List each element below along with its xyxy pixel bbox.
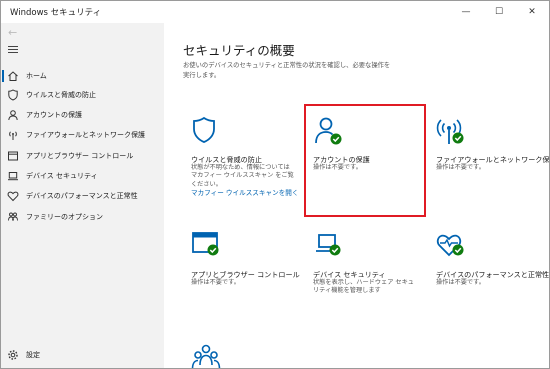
antenna-icon xyxy=(9,131,17,140)
card-description: 状態を表示し、ハードウェア セキュリティ機能を管理します xyxy=(313,279,414,295)
hamburger-menu-icon[interactable] xyxy=(8,46,18,55)
laptop-icon xyxy=(8,172,18,181)
card-device-security[interactable]: デバイス セキュリティ 状態を表示し、ハードウェア セキュリティ機能を管理します xyxy=(313,230,430,296)
sidebar-item-label: ファミリーのオプション xyxy=(26,213,103,221)
maximize-button[interactable]: ☐ xyxy=(482,1,516,23)
card-description: 状態が不明なため、情報については マカフィー ウイルススキャン をご覧ください。 xyxy=(191,164,294,188)
page-title: セキュリティの概要 xyxy=(183,43,295,58)
sidebar-item-label: ホーム xyxy=(26,72,47,80)
person-icon xyxy=(8,110,18,121)
card-title: アプリとブラウザー コントロール xyxy=(191,270,300,279)
card-app-browser-control[interactable]: アプリとブラウザー コントロール 操作は不要です。 xyxy=(191,230,308,287)
heart-check-icon xyxy=(436,234,464,257)
sidebar: ← ホーム ウイルスと脅威の防止 アカウントの保護 ファイアウォールとネットワー… xyxy=(1,23,164,368)
page-description: お使いのデバイスのセキュリティと正常性の状況を確認し、必要な操作を実行します。 xyxy=(183,62,391,79)
open-mcafee-link[interactable]: マカフィー ウイルススキャンを開く xyxy=(191,189,308,198)
heart-icon xyxy=(7,191,19,202)
card-description: 操作は不要です。 xyxy=(436,164,485,171)
sidebar-item-virus-protection[interactable]: ウイルスと脅威の防止 xyxy=(1,86,164,104)
card-title: デバイス セキュリティ xyxy=(313,270,386,279)
close-button[interactable]: ✕ xyxy=(515,1,549,23)
app-window-check-icon xyxy=(192,232,219,256)
sidebar-item-label: アプリとブラウザー コントロール xyxy=(26,152,134,160)
card-title: ウイルスと脅威の防止 xyxy=(191,155,262,164)
card-family-options[interactable] xyxy=(191,343,308,368)
app-window: Windows セキュリティ — ☐ ✕ ← ホーム ウイルスと脅威の防止 アカ… xyxy=(0,0,550,369)
sidebar-item-family-options[interactable]: ファミリーのオプション xyxy=(1,208,164,226)
home-icon xyxy=(8,71,18,81)
card-description: 操作は不要です。 xyxy=(436,279,485,286)
sidebar-item-label: ウイルスと脅威の防止 xyxy=(26,91,96,99)
active-indicator xyxy=(2,70,4,82)
settings-label: 設定 xyxy=(26,351,40,359)
sidebar-item-firewall[interactable]: ファイアウォールとネットワーク保護 xyxy=(1,126,164,144)
shield-icon xyxy=(193,116,215,143)
shield-icon xyxy=(8,89,18,101)
sidebar-item-label: デバイスのパフォーマンスと正常性 xyxy=(26,192,138,200)
title-bar: Windows セキュリティ — ☐ ✕ xyxy=(1,1,549,23)
gear-icon xyxy=(8,350,18,360)
back-arrow-icon[interactable]: ← xyxy=(8,26,17,39)
family-icon xyxy=(8,212,18,221)
sidebar-item-settings[interactable]: 設定 xyxy=(1,346,164,364)
antenna-check-icon xyxy=(436,119,464,144)
window-title: Windows セキュリティ xyxy=(10,8,102,18)
highlight-box xyxy=(304,104,426,217)
sidebar-item-account-protection[interactable]: アカウントの保護 xyxy=(1,106,164,124)
card-firewall[interactable]: ファイアウォールとネットワーク保護 操作は不要です。 xyxy=(436,116,549,172)
laptop-check-icon xyxy=(316,234,341,256)
sidebar-item-label: アカウントの保護 xyxy=(26,111,82,119)
app-window-icon xyxy=(8,151,18,161)
card-title: ファイアウォールとネットワーク保護 xyxy=(436,155,549,164)
sidebar-item-label: デバイス セキュリティ xyxy=(26,172,98,180)
minimize-button[interactable]: — xyxy=(449,1,483,23)
sidebar-item-device-security[interactable]: デバイス セキュリティ xyxy=(1,167,164,185)
family-icon xyxy=(191,344,221,368)
sidebar-item-home[interactable]: ホーム xyxy=(1,67,164,85)
sidebar-item-app-browser-control[interactable]: アプリとブラウザー コントロール xyxy=(1,147,164,165)
sidebar-item-device-performance[interactable]: デバイスのパフォーマンスと正常性 xyxy=(1,187,164,205)
card-virus-protection[interactable]: ウイルスと脅威の防止 状態が不明なため、情報については マカフィー ウイルススキ… xyxy=(191,116,308,198)
card-device-performance[interactable]: デバイスのパフォーマンスと正常性 操作は不要です。 xyxy=(436,230,549,287)
card-description: 操作は不要です。 xyxy=(191,279,240,286)
sidebar-item-label: ファイアウォールとネットワーク保護 xyxy=(26,131,145,139)
card-title: デバイスのパフォーマンスと正常性 xyxy=(436,270,549,279)
